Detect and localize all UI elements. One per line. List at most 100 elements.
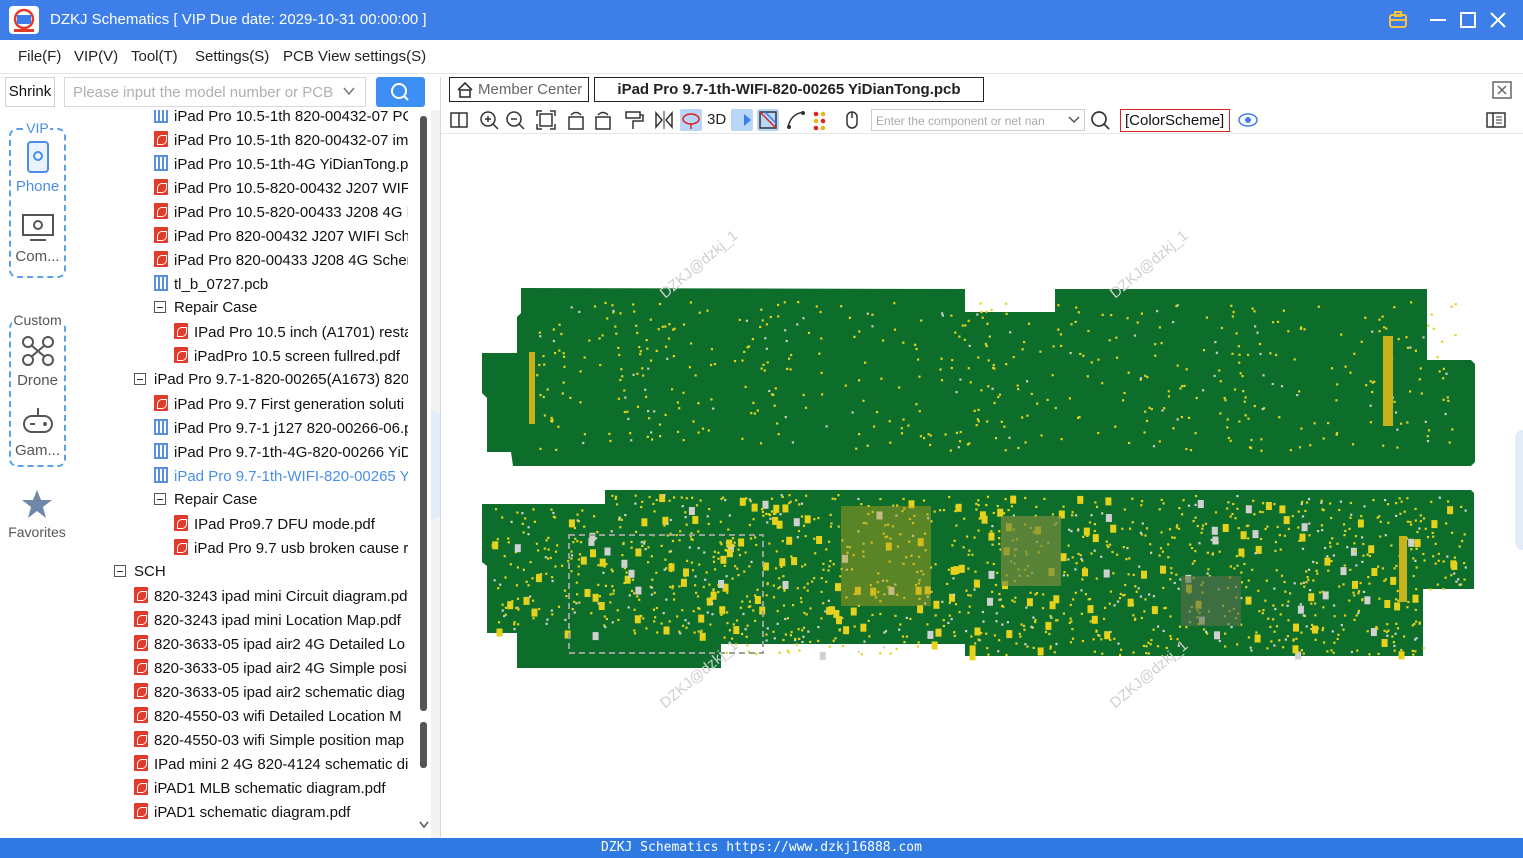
pcb-pad[interactable] xyxy=(527,533,530,536)
pcb-pad[interactable] xyxy=(1327,422,1330,425)
pcb-pad[interactable] xyxy=(1006,630,1013,639)
pcb-pad[interactable] xyxy=(725,575,728,578)
pcb-pad[interactable] xyxy=(750,412,753,415)
pcb-pad[interactable] xyxy=(501,603,504,606)
tree-file[interactable]: iPad Pro 9.7-1th-WIFI-820-00265 Y xyxy=(154,467,408,491)
tree-file[interactable]: 820-3243 ipad mini Location Map.pdf xyxy=(134,611,408,635)
pcb-pad[interactable] xyxy=(1226,426,1229,429)
pcb-pad[interactable] xyxy=(1412,557,1415,560)
tree-file[interactable]: iPad Pro 9.7-1th-4G-820-00266 YiD xyxy=(154,443,408,467)
pcb-pad[interactable] xyxy=(1400,648,1403,652)
pcb-pad[interactable] xyxy=(1340,333,1343,336)
pcb-pad[interactable] xyxy=(1202,349,1206,352)
pcb-pad[interactable] xyxy=(522,531,525,534)
pcb-pad[interactable] xyxy=(1201,527,1204,530)
pcb-pad[interactable] xyxy=(822,602,825,605)
pcb-pad[interactable] xyxy=(688,546,691,549)
pcb-pad[interactable] xyxy=(1236,564,1239,567)
pcb-pad[interactable] xyxy=(1258,610,1261,613)
pcb-pad[interactable] xyxy=(1081,640,1084,643)
rotate-left-icon[interactable] xyxy=(565,109,587,131)
pcb-pad[interactable] xyxy=(685,626,688,629)
pcb-pad[interactable] xyxy=(1239,372,1242,375)
pcb-pad[interactable] xyxy=(1213,374,1216,377)
pcb-pad[interactable] xyxy=(1434,562,1437,565)
pcb-pad[interactable] xyxy=(1333,641,1336,644)
pcb-pad[interactable] xyxy=(1316,572,1319,575)
pcb-pad[interactable] xyxy=(656,631,659,634)
pcb-pad[interactable] xyxy=(1021,348,1024,351)
pcb-pad[interactable] xyxy=(680,496,683,499)
pcb-pad[interactable] xyxy=(1197,500,1204,508)
pcb-pad[interactable] xyxy=(1305,581,1308,584)
pcb-pad[interactable] xyxy=(820,577,823,580)
pcb-pad[interactable] xyxy=(1269,625,1272,628)
pcb-pad[interactable] xyxy=(629,432,632,435)
pcb-pad[interactable] xyxy=(1353,594,1356,597)
pcb-pad[interactable] xyxy=(1148,593,1151,596)
pcb-pad[interactable] xyxy=(1175,305,1178,308)
pcb-pad[interactable] xyxy=(1057,328,1060,331)
pcb-pad[interactable] xyxy=(857,650,860,654)
pcb-pad[interactable] xyxy=(590,549,596,558)
pcb-pad[interactable] xyxy=(822,562,825,565)
pcb-pad[interactable] xyxy=(769,517,772,520)
pcb-pad[interactable] xyxy=(805,613,808,616)
pcb-pad[interactable] xyxy=(762,514,765,517)
pcb-pad[interactable] xyxy=(963,338,966,341)
pcb-pad[interactable] xyxy=(915,403,918,406)
pcb-pad[interactable] xyxy=(1140,312,1143,315)
pcb-pad[interactable] xyxy=(1300,649,1303,652)
pcb-pad[interactable] xyxy=(1045,621,1052,630)
pcb-pad[interactable] xyxy=(672,355,675,358)
pcb-pad[interactable] xyxy=(615,495,618,498)
pcb-pad[interactable] xyxy=(1309,589,1312,592)
briefcase-icon[interactable] xyxy=(1386,8,1410,32)
close-icon[interactable] xyxy=(1486,8,1510,32)
pcb-pad[interactable] xyxy=(532,599,535,602)
pcb-pad[interactable] xyxy=(628,594,631,597)
pcb-pad[interactable] xyxy=(1071,514,1074,517)
nav-phone[interactable]: Phone xyxy=(11,140,64,195)
pcb-pad[interactable] xyxy=(1111,550,1114,554)
pcb-pad[interactable] xyxy=(746,346,749,349)
pcb-pad[interactable] xyxy=(953,631,956,634)
pcb-pad[interactable] xyxy=(1154,354,1157,357)
pcb-pad[interactable] xyxy=(861,626,864,629)
pcb-pad[interactable] xyxy=(1187,504,1191,507)
pcb-pad[interactable] xyxy=(1369,380,1372,383)
pcb-pad[interactable] xyxy=(1010,495,1017,504)
pcb-pad[interactable] xyxy=(1264,599,1267,602)
pcb-pad[interactable] xyxy=(1318,591,1322,594)
pcb-pad[interactable] xyxy=(1171,536,1174,539)
pcb-pad[interactable] xyxy=(977,420,980,423)
pcb-pad[interactable] xyxy=(1139,531,1142,534)
pcb-pad[interactable] xyxy=(1253,310,1256,313)
pcb-pad[interactable] xyxy=(1059,333,1062,336)
pcb-pad[interactable] xyxy=(1233,388,1237,391)
pcb-pad[interactable] xyxy=(1005,312,1008,315)
pcb-pad[interactable] xyxy=(563,365,566,368)
pcb-pad[interactable] xyxy=(1362,590,1366,593)
pcb-pad[interactable] xyxy=(1385,327,1388,330)
pcb-pad[interactable] xyxy=(1424,527,1427,530)
pcb-pad[interactable] xyxy=(893,302,896,305)
pcb-pad[interactable] xyxy=(748,600,751,603)
pcb-pad[interactable] xyxy=(1236,495,1239,498)
pcb-pad[interactable] xyxy=(1464,566,1467,569)
search-button[interactable] xyxy=(376,77,425,107)
pcb-pad[interactable] xyxy=(1442,377,1445,380)
pcb-pad[interactable] xyxy=(737,548,740,551)
pcb-pad[interactable] xyxy=(857,497,860,500)
pcb-pad[interactable] xyxy=(774,512,777,515)
pcb-pad[interactable] xyxy=(965,630,968,633)
pcb-pad[interactable] xyxy=(1147,641,1150,644)
pcb-pad[interactable] xyxy=(998,592,1001,596)
pcb-pad[interactable] xyxy=(552,511,555,515)
pcb-pad[interactable] xyxy=(1446,396,1449,399)
pcb-pad[interactable] xyxy=(712,560,716,563)
pcb-pad[interactable] xyxy=(902,418,905,421)
pcb-pad[interactable] xyxy=(796,587,799,590)
pcb-pad[interactable] xyxy=(1343,534,1346,537)
pcb-pad[interactable] xyxy=(985,632,988,635)
